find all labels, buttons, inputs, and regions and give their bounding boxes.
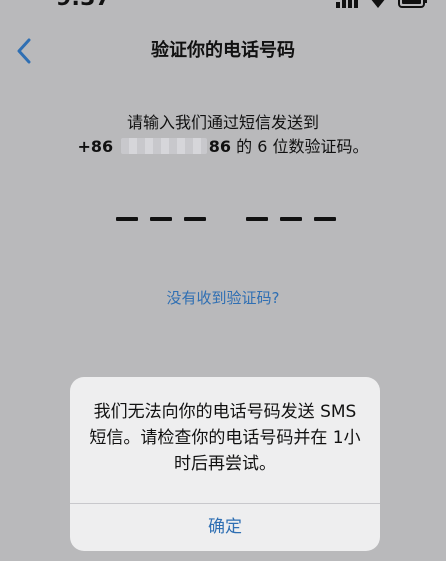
alert-confirm-button[interactable]: 确定 [70, 504, 380, 551]
status-bar: 9:37 [0, 0, 446, 14]
instruction-tail: 的 6 位数验证码。 [236, 137, 369, 156]
battery-icon [398, 0, 427, 8]
phone-prefix: +86 [77, 137, 114, 156]
code-digit-slot-6 [314, 217, 336, 221]
instruction-line-1: 请输入我们通过短信发送到 [126, 113, 319, 132]
resend-code-link[interactable]: 没有收到验证码? [0, 287, 446, 309]
phone-redaction [120, 138, 207, 154]
status-icons [336, 0, 428, 8]
code-digit-slot-5 [280, 217, 302, 221]
code-digit-slot-1 [116, 217, 138, 221]
cellular-signal-icon [336, 0, 358, 8]
wifi-icon [371, 0, 385, 8]
instruction-line-2: +86 86 的 6 位数验证码。 [0, 136, 446, 158]
code-digit-slot-3 [184, 217, 206, 221]
code-digit-slot-2 [150, 217, 172, 221]
code-digit-slot-4 [246, 217, 268, 221]
chevron-left-icon [17, 38, 31, 64]
back-button[interactable] [10, 36, 38, 66]
page-title: 验证你的电话号码 [151, 40, 295, 61]
phone-number: +86 86 [78, 136, 232, 158]
phone-suffix: 86 [208, 137, 232, 156]
status-time: 9:37 [56, 0, 111, 10]
verification-code-input[interactable] [116, 210, 336, 230]
alert-dialog: 我们无法向你的电话号码发送 SMS 短信。请检查你的电话号码并在 1小时后再尝试… [70, 377, 380, 551]
alert-message: 我们无法向你的电话号码发送 SMS 短信。请检查你的电话号码并在 1小时后再尝试… [89, 402, 361, 474]
